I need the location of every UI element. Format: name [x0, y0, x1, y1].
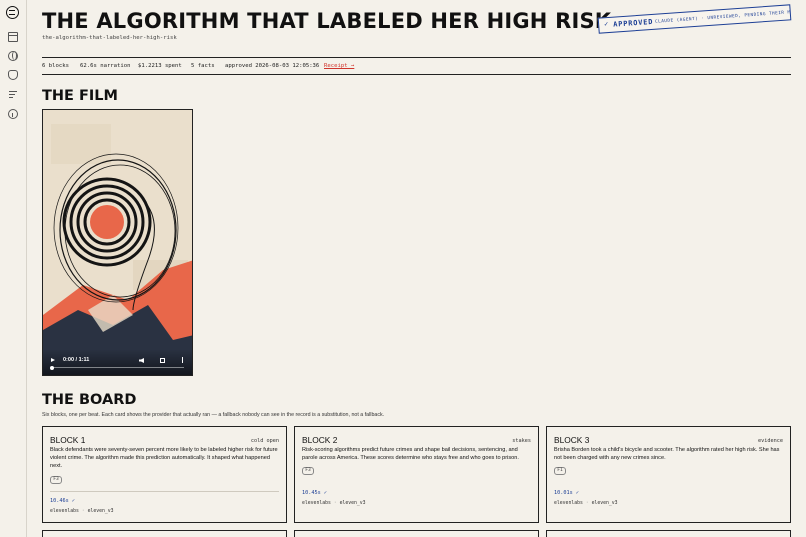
video-progress-track[interactable] [50, 365, 184, 370]
block-name: BLOCK 3 [554, 435, 590, 445]
stamp-word: APPROVED [612, 17, 654, 29]
list-icon[interactable] [8, 90, 18, 100]
block-provider: elevenlabs · eleven_v3 [50, 509, 114, 514]
calendar-icon[interactable] [8, 32, 18, 42]
block-tag: evidence [758, 438, 783, 444]
block-card[interactable]: BLOCK 1 cold open Black defendants were … [42, 426, 287, 523]
app-logo-icon[interactable] [6, 6, 19, 19]
check-icon: ✓ [603, 20, 609, 29]
fact-chip[interactable]: F3 [50, 476, 62, 484]
block-card[interactable]: BLOCK 3 evidence Brisha Borden took a ch… [546, 426, 791, 523]
block-card[interactable]: BLOCK 2 stakes Risk-scoring algorithms p… [294, 426, 539, 523]
stamp-note: CLAUDE (AGENT) · UNREVIEWED, PENDING THE… [654, 9, 792, 25]
stat-facts: 5 facts [191, 63, 215, 69]
block-card-partial[interactable] [294, 530, 539, 537]
card-divider [50, 491, 279, 492]
block-name: BLOCK 2 [302, 435, 338, 445]
card-divider [302, 483, 531, 484]
fact-chip[interactable]: F1 [554, 467, 566, 475]
block-card-partial[interactable] [546, 530, 791, 537]
globe-icon[interactable] [8, 51, 18, 61]
block-text: Black defendants were seventy-seven perc… [50, 447, 278, 470]
card-divider [554, 483, 783, 484]
video-controls: 0:00 / 1:11 [43, 349, 192, 375]
block-tag: cold open [250, 438, 279, 444]
volume-icon[interactable] [139, 358, 144, 363]
page-title: THE ALGORITHM THAT LABELED HER HIGH RISK [42, 9, 612, 33]
left-rail [0, 0, 27, 537]
film-video-player[interactable]: 0:00 / 1:11 [42, 109, 193, 376]
block-provider: elevenlabs · eleven_v3 [302, 501, 366, 506]
video-progress-knob[interactable] [50, 365, 54, 370]
play-icon[interactable] [51, 358, 55, 362]
board-heading: THE BOARD [42, 392, 137, 408]
block-card-partial[interactable] [42, 530, 287, 537]
block-text: Risk-scoring algorithms predict future c… [302, 447, 519, 462]
approved-stamp: ✓ APPROVED CLAUDE (AGENT) · UNREVIEWED, … [597, 4, 792, 34]
block-name: BLOCK 1 [50, 435, 86, 445]
film-still-artwork [43, 110, 192, 375]
page-slug: the-algorithm-that-labeled-her-high-risk [42, 35, 177, 41]
stat-narration: 62.6s narration [80, 63, 131, 69]
more-options-icon[interactable] [182, 357, 184, 363]
stat-approved: approved 2026-08-03 12:05:36 [225, 63, 320, 69]
fact-chip[interactable]: F3 [302, 467, 314, 475]
block-tag: stakes [512, 438, 531, 444]
shield-icon[interactable] [8, 70, 18, 80]
stat-blocks: 6 blocks [42, 63, 69, 69]
block-provider: elevenlabs · eleven_v3 [554, 501, 618, 506]
film-heading: THE FILM [42, 88, 118, 104]
fullscreen-icon[interactable] [160, 357, 165, 363]
stat-spent: $1.2213 spent [138, 63, 182, 69]
receipt-link[interactable]: Receipt → [324, 63, 354, 69]
info-icon[interactable] [8, 109, 18, 119]
block-duration: 10.01s ✓ [554, 490, 579, 496]
block-duration: 10.46s ✓ [50, 498, 75, 504]
block-duration: 10.45s ✓ [302, 490, 327, 496]
video-time: 0:00 / 1:11 [63, 357, 90, 363]
block-text: Brisha Borden took a child's bicycle and… [554, 447, 780, 462]
board-subtitle: Six blocks, one per beat. Each card show… [42, 412, 385, 418]
stats-bar: 6 blocks 62.6s narration $1.2213 spent 5… [42, 57, 791, 75]
